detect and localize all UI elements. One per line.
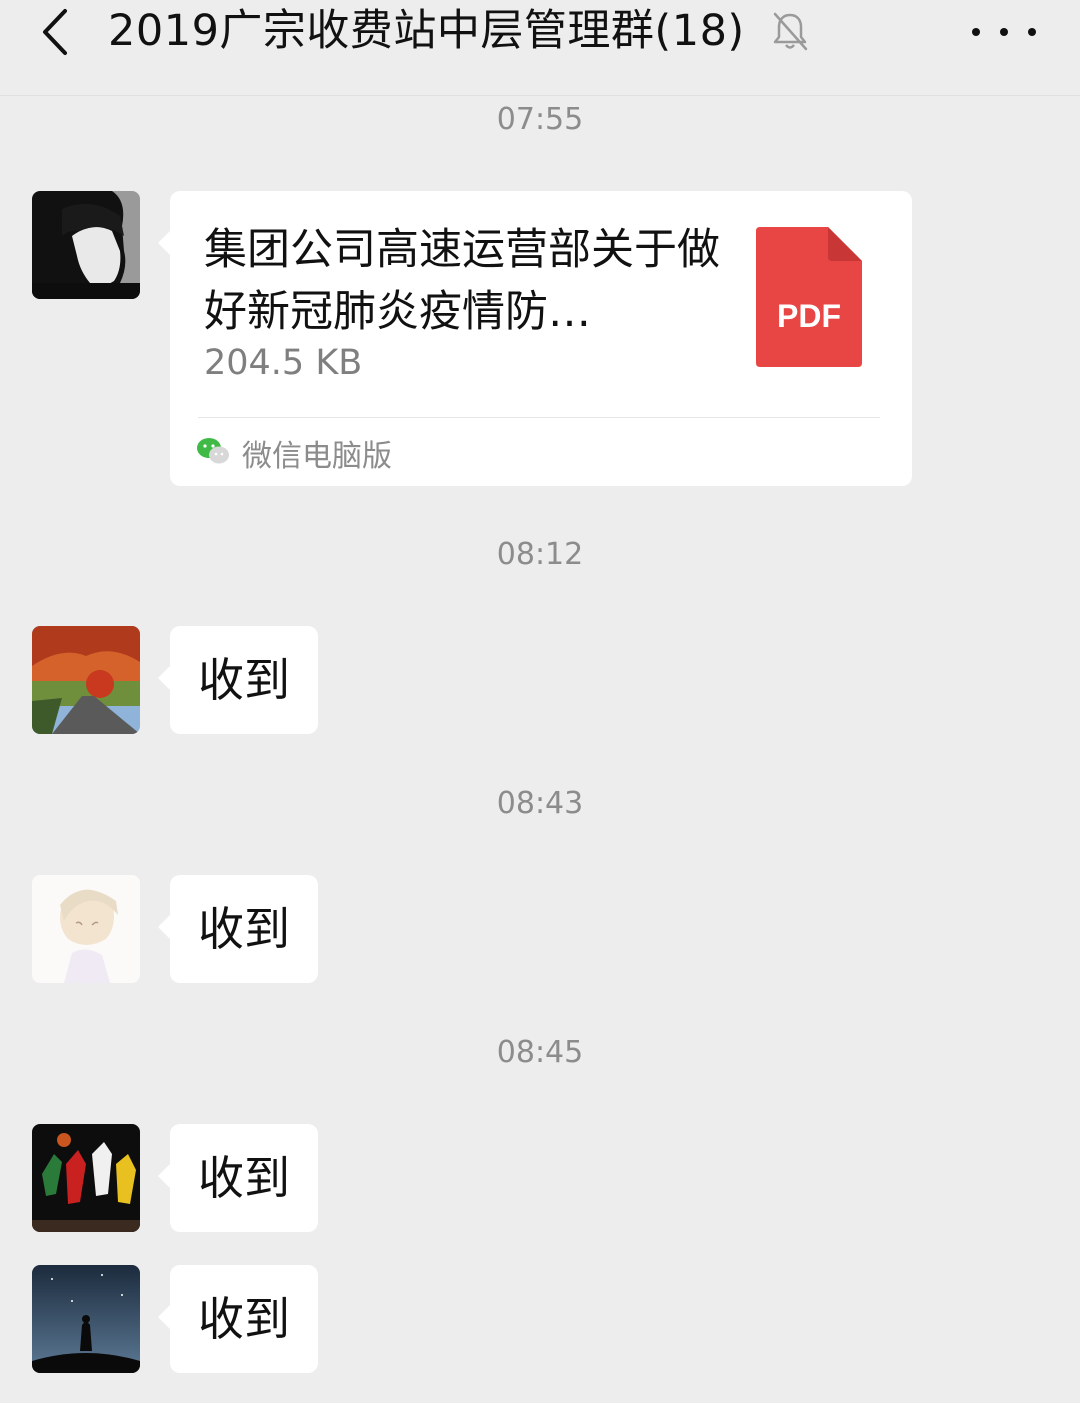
pdf-file-icon: PDF — [756, 227, 862, 367]
message-text: 收到 — [198, 1151, 290, 1205]
chevron-left-icon — [43, 9, 67, 55]
more-dot — [1028, 28, 1036, 36]
sender-avatar[interactable] — [32, 1265, 140, 1373]
message-timestamp: 08:12 — [496, 537, 584, 572]
message-timestamp: 07:55 — [496, 102, 584, 137]
sender-avatar[interactable] — [32, 1124, 140, 1232]
message-text: 收到 — [198, 653, 290, 707]
more-dot — [972, 28, 980, 36]
pdf-badge-label: PDF — [777, 298, 841, 334]
sender-avatar[interactable] — [32, 626, 140, 734]
wechat-icon — [197, 438, 229, 464]
chat-header: 2019广宗收费站中层管理群(18) — [0, 0, 1080, 96]
file-title: 集团公司高速运营部关于做好新冠肺炎疫情防… — [204, 225, 720, 337]
message-text: 收到 — [198, 902, 290, 956]
more-dot — [1000, 28, 1008, 36]
text-message-bubble[interactable]: 收到 — [158, 626, 318, 734]
message-text: 收到 — [198, 1292, 290, 1346]
card-divider — [198, 417, 880, 418]
more-options-button[interactable] — [972, 14, 1036, 50]
back-button[interactable] — [20, 2, 90, 62]
bell-muted-icon — [773, 12, 808, 51]
text-message-bubble[interactable]: 收到 — [158, 1124, 318, 1232]
file-size: 204.5 KB — [204, 343, 363, 383]
message-timestamp: 08:43 — [496, 786, 584, 821]
text-message-bubble[interactable]: 收到 — [158, 875, 318, 983]
file-message-card[interactable]: 集团公司高速运营部关于做好新冠肺炎疫情防… 204.5 KB PDF 微信电脑版 — [158, 191, 912, 486]
sender-avatar[interactable] — [32, 875, 140, 983]
sender-avatar[interactable] — [32, 191, 140, 299]
text-message-bubble[interactable]: 收到 — [158, 1265, 318, 1373]
file-source-label: 微信电脑版 — [242, 439, 392, 474]
message-timestamp: 08:45 — [496, 1035, 584, 1070]
chat-title: 2019广宗收费站中层管理群(18) — [108, 6, 745, 56]
